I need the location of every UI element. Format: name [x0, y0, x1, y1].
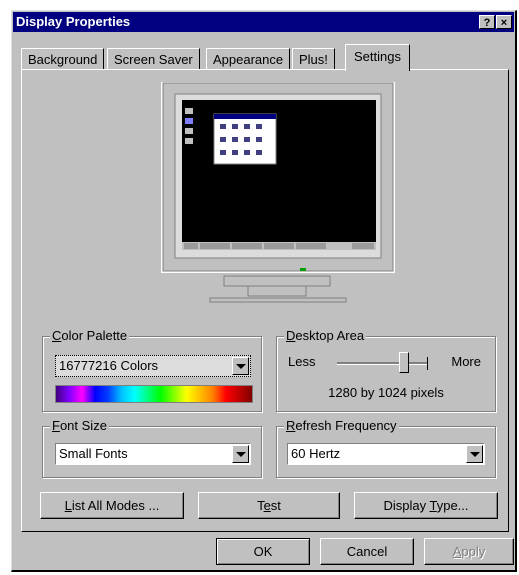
title-bar[interactable]: Display Properties ? × — [13, 12, 514, 32]
chevron-down-icon[interactable] — [232, 445, 249, 463]
refresh-frequency-select[interactable]: 60 Hertz — [287, 443, 485, 465]
refresh-frequency-label: Refresh Frequency — [284, 418, 399, 433]
cancel-button[interactable]: Cancel — [320, 538, 414, 565]
font-size-group: Font Size Small Fonts — [42, 418, 262, 478]
color-palette-value: 16777216 Colors — [59, 358, 159, 373]
color-palette-group: Color Palette 16777216 Colors — [42, 328, 262, 412]
settings-panel: Color Palette 16777216 Colors Desktop Ar… — [21, 69, 509, 532]
apply-button[interactable]: Apply — [424, 538, 514, 565]
display-type-button[interactable]: Display Type... — [354, 492, 498, 519]
color-palette-select[interactable]: 16777216 Colors — [55, 355, 251, 377]
font-size-select[interactable]: Small Fonts — [55, 443, 251, 465]
tab-settings[interactable]: Settings — [345, 44, 410, 71]
slider-end-tick — [427, 357, 428, 370]
slider-track[interactable] — [337, 362, 427, 365]
preview-desktop — [182, 100, 376, 250]
list-all-modes-button[interactable]: List All Modes ... — [40, 492, 184, 519]
tab-background[interactable]: Background — [21, 48, 105, 70]
slider-more-label: More — [451, 354, 481, 369]
slider-thumb[interactable] — [399, 352, 409, 373]
color-palette-label: Color Palette — [50, 328, 130, 343]
font-size-label: Font Size — [50, 418, 109, 433]
ok-button[interactable]: OK — [216, 538, 310, 565]
help-button[interactable]: ? — [479, 15, 495, 29]
refresh-frequency-value: 60 Hertz — [291, 446, 341, 461]
font-size-value: Small Fonts — [59, 446, 128, 461]
preview-window — [213, 113, 277, 165]
resolution-text: 1280 by 1024 pixels — [328, 385, 444, 400]
refresh-frequency-group: Refresh Frequency 60 Hertz — [276, 418, 496, 478]
tab-plus[interactable]: Plus! — [292, 48, 335, 70]
display-properties-window: Display Properties ? × Background Screen… — [11, 10, 517, 572]
chevron-down-icon[interactable] — [232, 357, 249, 375]
monitor-preview — [161, 82, 395, 303]
slider-less-label: Less — [288, 354, 316, 369]
desktop-area-group: Desktop Area Less More 1280 by 1024 pixe… — [276, 328, 496, 412]
tab-screen-saver[interactable]: Screen Saver — [107, 48, 200, 70]
chevron-down-icon[interactable] — [466, 445, 483, 463]
power-led — [300, 268, 306, 271]
desktop-area-label: Desktop Area — [284, 328, 367, 343]
tab-appearance[interactable]: Appearance — [206, 48, 291, 70]
window-title: Display Properties — [16, 14, 131, 29]
test-button[interactable]: Test — [198, 492, 340, 519]
color-spectrum-bar — [55, 385, 253, 403]
close-button[interactable]: × — [496, 15, 512, 29]
